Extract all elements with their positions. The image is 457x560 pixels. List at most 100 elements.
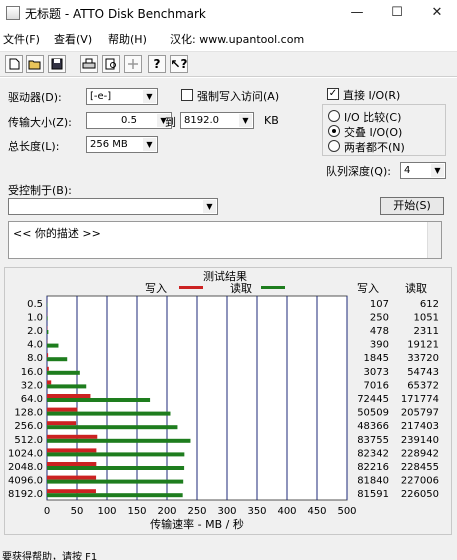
total-length-select[interactable]: 256 MB ▼ — [86, 136, 158, 153]
queue-depth-label: 队列深度(Q): — [326, 165, 391, 178]
read-value: 2311 — [414, 326, 439, 337]
menu-bar: 文件(F) 查看(V) 帮助(H) 汉化: www.upantool.com — [0, 28, 457, 48]
read-bar — [47, 330, 49, 334]
read-bar — [47, 493, 183, 498]
title-bar: 无标题 - ATTO Disk Benchmark — ☐ ✕ — [0, 0, 457, 28]
y-tick-label: 512.0 — [14, 435, 43, 446]
help-icon: ? — [153, 57, 161, 71]
help-button[interactable]: ? — [148, 55, 166, 73]
read-value: 171774 — [401, 394, 439, 405]
queue-depth-value: 4 — [404, 165, 411, 176]
x-tick-label: 500 — [337, 506, 356, 517]
x-tick-label: 150 — [127, 506, 146, 517]
write-bar — [47, 407, 78, 412]
drive-select[interactable]: [-e-] ▼ — [86, 88, 158, 105]
write-bar — [47, 462, 97, 466]
read-bar — [47, 357, 68, 362]
write-value: 7016 — [364, 380, 389, 391]
description-field[interactable]: << 你的描述 >> — [8, 221, 442, 259]
read-value: 1051 — [414, 312, 439, 323]
transfer-to-select[interactable]: 8192.0 ▼ — [180, 112, 254, 129]
write-value: 81591 — [357, 489, 389, 500]
write-value: 72445 — [357, 394, 389, 405]
context-help-button[interactable]: ↖? — [170, 55, 188, 73]
toolbar: ? ↖? — [0, 51, 457, 77]
new-icon — [9, 58, 20, 70]
move-button[interactable] — [124, 55, 142, 73]
direct-io-checkbox[interactable]: ✓ — [327, 88, 339, 100]
x-tick-label: 400 — [277, 506, 296, 517]
write-bar — [47, 448, 97, 453]
legend-write-swatch — [179, 286, 203, 289]
close-button[interactable]: ✕ — [417, 0, 457, 28]
transfer-from-select[interactable]: 0.5 ▼ — [86, 112, 172, 129]
y-tick-label: 2.0 — [27, 326, 43, 337]
read-bar — [47, 398, 151, 402]
y-tick-label: 16.0 — [21, 367, 43, 378]
write-value: 83755 — [357, 435, 389, 446]
menu-file[interactable]: 文件(F) — [3, 31, 40, 47]
read-value: 227006 — [401, 476, 439, 487]
close-icon: ✕ — [431, 5, 443, 20]
write-bar — [47, 353, 49, 358]
x-tick-label: 100 — [97, 506, 116, 517]
write-bar — [47, 366, 49, 371]
description-text: << 你的描述 >> — [13, 227, 101, 240]
maximize-button[interactable]: ☐ — [377, 0, 417, 28]
start-button-label: 开始(S) — [393, 199, 431, 212]
read-value: 33720 — [407, 353, 439, 364]
neither-radio[interactable] — [328, 140, 340, 152]
legend-read-swatch — [261, 286, 285, 289]
print-preview-icon — [105, 58, 116, 70]
write-value: 81840 — [357, 476, 389, 487]
maximize-icon: ☐ — [391, 5, 403, 20]
read-bar — [47, 452, 185, 457]
neither-label: 两者都不(N) — [344, 141, 405, 154]
force-write-checkbox[interactable] — [181, 89, 193, 101]
y-tick-label: 8192.0 — [8, 489, 43, 500]
x-tick-label: 250 — [187, 506, 206, 517]
menu-help[interactable]: 帮助(H) — [108, 31, 147, 47]
overlapped-io-radio[interactable] — [328, 125, 340, 137]
new-button[interactable] — [5, 55, 23, 73]
drive-label: 驱动器(D): — [8, 91, 62, 104]
io-compare-radio[interactable] — [328, 110, 340, 122]
open-button[interactable] — [26, 55, 44, 73]
io-compare-label: I/O 比较(C) — [344, 111, 402, 124]
status-bar: 要获得帮助，请按 F1 — [0, 546, 457, 560]
save-button[interactable] — [48, 55, 66, 73]
write-value: 3073 — [364, 367, 389, 378]
y-tick-label: 64.0 — [21, 394, 43, 405]
menu-localized[interactable]: 汉化: www.upantool.com — [170, 31, 304, 47]
read-value: 217403 — [401, 421, 439, 432]
print-button[interactable] — [80, 55, 98, 73]
kb-label: KB — [264, 114, 279, 127]
y-tick-label: 32.0 — [21, 380, 43, 391]
total-length-value: 256 MB — [90, 139, 128, 150]
read-bar — [47, 370, 80, 375]
write-bar — [47, 475, 97, 480]
description-scrollbar[interactable] — [427, 222, 441, 258]
y-tick-label: 8.0 — [27, 353, 43, 364]
legend-read-label: 读取 — [230, 281, 252, 295]
minimize-button[interactable]: — — [337, 0, 377, 28]
y-tick-label: 4.0 — [27, 340, 43, 351]
legend-write-label: 写入 — [145, 282, 167, 295]
y-tick-label: 0.5 — [27, 299, 43, 310]
write-value: 390 — [370, 340, 389, 351]
read-value: 612 — [420, 299, 439, 310]
queue-depth-select[interactable]: 4 ▼ — [400, 162, 446, 179]
window-title: 无标题 - ATTO Disk Benchmark — [25, 7, 206, 21]
start-button[interactable]: 开始(S) — [380, 197, 444, 215]
chevron-down-icon: ▼ — [431, 164, 444, 177]
read-bar — [47, 411, 171, 416]
controlled-by-select[interactable]: ▼ — [8, 198, 218, 215]
print-preview-button[interactable] — [102, 55, 120, 73]
read-value: 65372 — [407, 380, 439, 391]
read-bar — [47, 384, 87, 389]
app-icon — [6, 6, 20, 20]
read-value: 228942 — [401, 448, 439, 459]
menu-view[interactable]: 查看(V) — [54, 31, 92, 47]
transfer-size-label: 传输大小(Z): — [8, 116, 72, 129]
write-value: 82342 — [357, 448, 389, 459]
